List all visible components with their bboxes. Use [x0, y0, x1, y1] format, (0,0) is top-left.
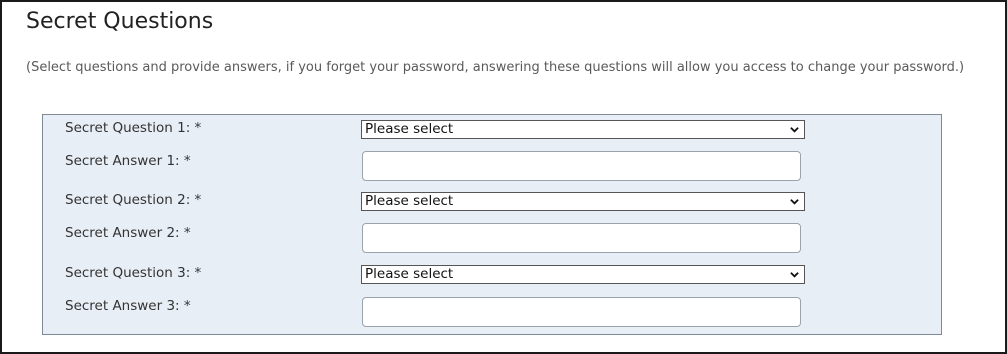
chevron-down-icon [790, 272, 799, 278]
secret-question-1-selected-value: Please select [365, 121, 454, 137]
secret-question-3-label: Secret Question 3: * [65, 265, 202, 281]
secret-question-2-selected-value: Please select [365, 193, 454, 209]
secret-question-2-select[interactable]: Please select [361, 192, 805, 211]
secret-question-1-select[interactable]: Please select [361, 120, 805, 139]
section-title: Secret Questions [26, 9, 214, 34]
secret-question-3-selected-value: Please select [365, 266, 454, 282]
secret-answer-1-input[interactable] [362, 151, 801, 181]
section-description: (Select questions and provide answers, i… [26, 60, 965, 75]
secret-question-3-select[interactable]: Please select [361, 265, 805, 284]
secret-question-1-label: Secret Question 1: * [65, 120, 202, 136]
chevron-down-icon [790, 199, 799, 205]
secret-answer-2-label: Secret Answer 2: * [65, 225, 191, 241]
chevron-down-icon [790, 127, 799, 133]
secret-question-2-label: Secret Question 2: * [65, 192, 202, 208]
secret-answer-3-label: Secret Answer 3: * [65, 298, 191, 314]
secret-answer-1-label: Secret Answer 1: * [65, 153, 191, 169]
secret-answer-2-input[interactable] [362, 223, 801, 253]
secret-questions-panel: Secret Question 1: * Please select Secre… [42, 114, 942, 335]
secret-answer-3-input[interactable] [362, 297, 801, 327]
secret-questions-section: Secret Questions (Select questions and p… [0, 0, 1007, 354]
